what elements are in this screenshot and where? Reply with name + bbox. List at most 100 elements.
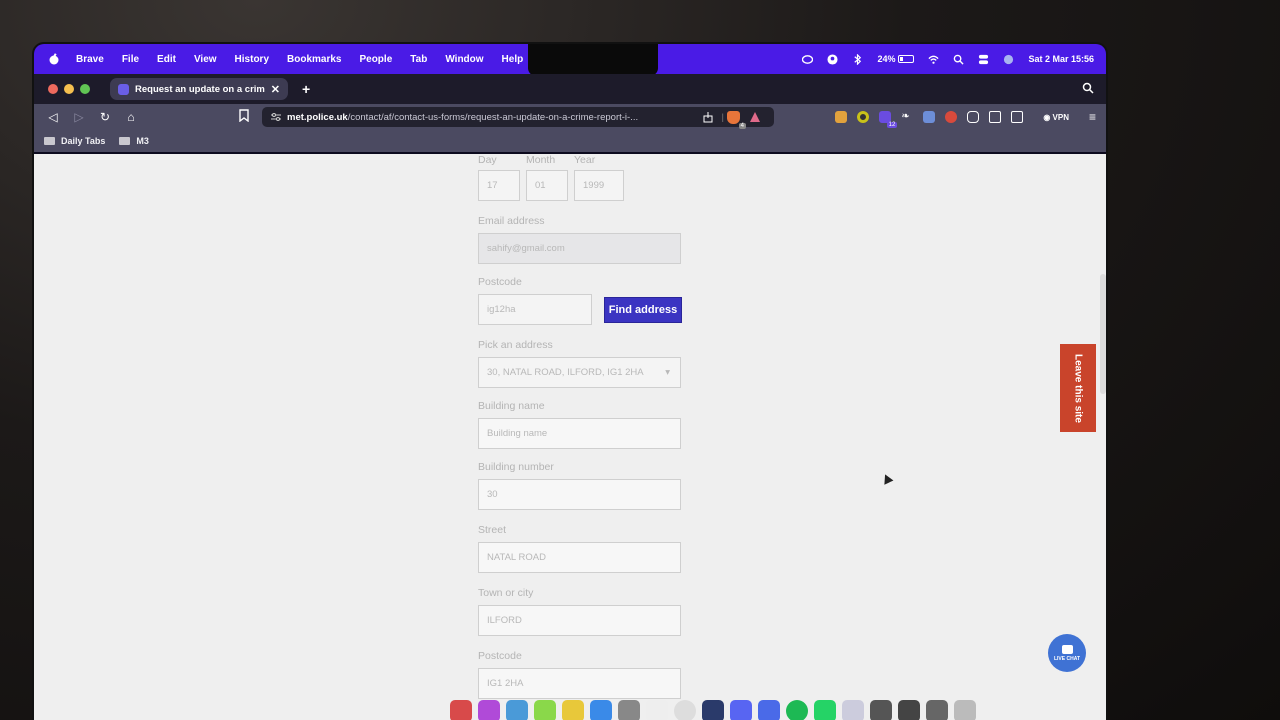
bluetooth-icon[interactable]: [852, 53, 863, 65]
control-center-icon[interactable]: [978, 54, 989, 65]
brave-shields-icon[interactable]: 4: [727, 110, 746, 129]
whatsapp-icon[interactable]: [814, 700, 836, 720]
pick-address-select[interactable]: 30, NATAL ROAD, ILFORD, IG1 2HA ▾: [478, 357, 681, 388]
live-chat-button[interactable]: LIVE CHAT: [1048, 634, 1086, 672]
menu-people[interactable]: People: [359, 54, 392, 65]
maximize-window-button[interactable]: [80, 84, 90, 94]
bookmark-icon[interactable]: [239, 109, 249, 122]
bookmark-folder-daily-tabs[interactable]: Daily Tabs: [44, 136, 105, 146]
day-input[interactable]: 17: [478, 170, 520, 201]
metamask-extension-icon[interactable]: [835, 111, 848, 123]
system-settings-icon[interactable]: [618, 700, 640, 720]
folder-icon: [119, 137, 131, 145]
postcode2-input[interactable]: IG1 2HA: [478, 668, 681, 699]
dob-day: Day 17: [478, 154, 520, 201]
menu-view[interactable]: View: [194, 54, 217, 65]
extension-icon-6[interactable]: [945, 111, 958, 123]
tab-strip: Request an update on a crime report ✕ +: [34, 74, 1106, 104]
share-icon[interactable]: [702, 111, 714, 123]
dock-app-icon[interactable]: [842, 700, 864, 720]
dock-app-icon[interactable]: [506, 700, 528, 720]
screen: Brave File Edit View History Bookmarks P…: [34, 44, 1106, 720]
dock-app-icon[interactable]: [450, 700, 472, 720]
find-address-button[interactable]: Find address: [604, 296, 682, 323]
extension-icon-2[interactable]: [857, 111, 870, 123]
tab-search-icon[interactable]: [1082, 82, 1094, 94]
dock-recent-file-icon[interactable]: [926, 700, 948, 720]
sidebar-toggle-icon[interactable]: [989, 111, 1002, 123]
postcode-input[interactable]: ig12ha: [478, 294, 592, 325]
year-input[interactable]: 1999: [574, 170, 624, 201]
menubar-status: 24% Sat 2 Mar 15:56: [802, 44, 1094, 74]
wallet-icon[interactable]: [1011, 111, 1024, 123]
vpn-button[interactable]: ◉ VPN: [1043, 113, 1069, 122]
dock-recent-file-icon[interactable]: [870, 700, 892, 720]
menu-edit[interactable]: Edit: [157, 54, 176, 65]
apple-icon[interactable]: [48, 53, 60, 65]
menu-help[interactable]: Help: [502, 54, 524, 65]
forward-icon[interactable]: ▷: [72, 110, 86, 124]
davinci-resolve-icon[interactable]: [702, 700, 724, 720]
building-name-input[interactable]: Building name: [478, 418, 681, 449]
creative-cloud-icon[interactable]: [802, 54, 814, 65]
menu-window[interactable]: Window: [445, 54, 483, 65]
active-tab[interactable]: Request an update on a crime report ✕: [110, 78, 288, 100]
discord-icon[interactable]: [730, 700, 752, 720]
spotlight-search-icon[interactable]: [953, 54, 965, 65]
dock-app-icon[interactable]: [562, 700, 584, 720]
trash-icon[interactable]: [954, 700, 976, 720]
close-tab-icon[interactable]: ✕: [271, 83, 280, 96]
reload-icon[interactable]: ↻: [98, 110, 112, 124]
dock-app-icon[interactable]: [534, 700, 556, 720]
menu-file[interactable]: File: [122, 54, 139, 65]
month-input[interactable]: 01: [526, 170, 568, 201]
email-label: Email address: [478, 215, 545, 227]
building-number-label: Building number: [478, 461, 554, 473]
nordvpn-icon[interactable]: [758, 700, 780, 720]
wifi-icon[interactable]: [928, 54, 940, 65]
menu-history[interactable]: History: [235, 54, 269, 65]
minimize-window-button[interactable]: [64, 84, 74, 94]
url-text[interactable]: met.police.uk/contact/af/contact-us-form…: [287, 112, 697, 123]
menu-tab[interactable]: Tab: [410, 54, 427, 65]
building-number-input[interactable]: 30: [478, 479, 681, 510]
dock-app-icon[interactable]: [478, 700, 500, 720]
pick-address-value: 30, NATAL ROAD, ILFORD, IG1 2HA: [487, 367, 644, 378]
extension-icon-4[interactable]: ❧: [901, 111, 913, 123]
street-group: Street NATAL ROAD: [478, 524, 688, 573]
leave-this-site-button[interactable]: Leave this site: [1060, 344, 1096, 432]
town-input[interactable]: ILFORD: [478, 605, 681, 636]
clock-app-icon[interactable]: [674, 700, 696, 720]
menu-app-name[interactable]: Brave: [76, 54, 104, 65]
back-icon[interactable]: ◁: [46, 110, 60, 124]
home-icon[interactable]: ⌂: [124, 110, 138, 124]
email-input[interactable]: sahify@gmail.com: [478, 233, 681, 264]
app-store-icon[interactable]: [590, 700, 612, 720]
postcode2-group: Postcode IG1 2HA: [478, 650, 688, 699]
news-icon[interactable]: [646, 700, 668, 720]
bookmark-label: M3: [136, 136, 149, 146]
brave-rewards-icon[interactable]: [749, 111, 761, 123]
spotify-icon[interactable]: [786, 700, 808, 720]
dock-recent-file-icon[interactable]: [898, 700, 920, 720]
translate-extension-icon[interactable]: [923, 111, 936, 123]
bookmark-folder-m3[interactable]: M3: [119, 136, 149, 146]
extensions-puzzle-icon[interactable]: [967, 111, 980, 123]
folder-icon: [44, 137, 55, 145]
siri-icon[interactable]: [1003, 54, 1014, 65]
met-police-favicon: [118, 83, 129, 95]
url-path: /contact/af/contact-us-forms/request-an-…: [347, 111, 639, 123]
user-icon[interactable]: [827, 53, 838, 65]
site-settings-icon[interactable]: [270, 111, 282, 123]
close-window-button[interactable]: [48, 84, 58, 94]
hamburger-menu-icon[interactable]: ≡: [1089, 110, 1096, 124]
battery-status[interactable]: 24%: [877, 54, 915, 64]
clock[interactable]: Sat 2 Mar 15:56: [1028, 54, 1094, 64]
address-bar[interactable]: met.police.uk/contact/af/contact-us-form…: [262, 107, 774, 129]
menu-bookmarks[interactable]: Bookmarks: [287, 54, 341, 65]
page-scrollbar[interactable]: [1100, 274, 1106, 394]
street-input[interactable]: NATAL ROAD: [478, 542, 681, 573]
extension-icon-3[interactable]: 12: [879, 111, 898, 128]
building-name-group: Building name Building name: [478, 400, 688, 449]
new-tab-button[interactable]: +: [302, 81, 310, 97]
